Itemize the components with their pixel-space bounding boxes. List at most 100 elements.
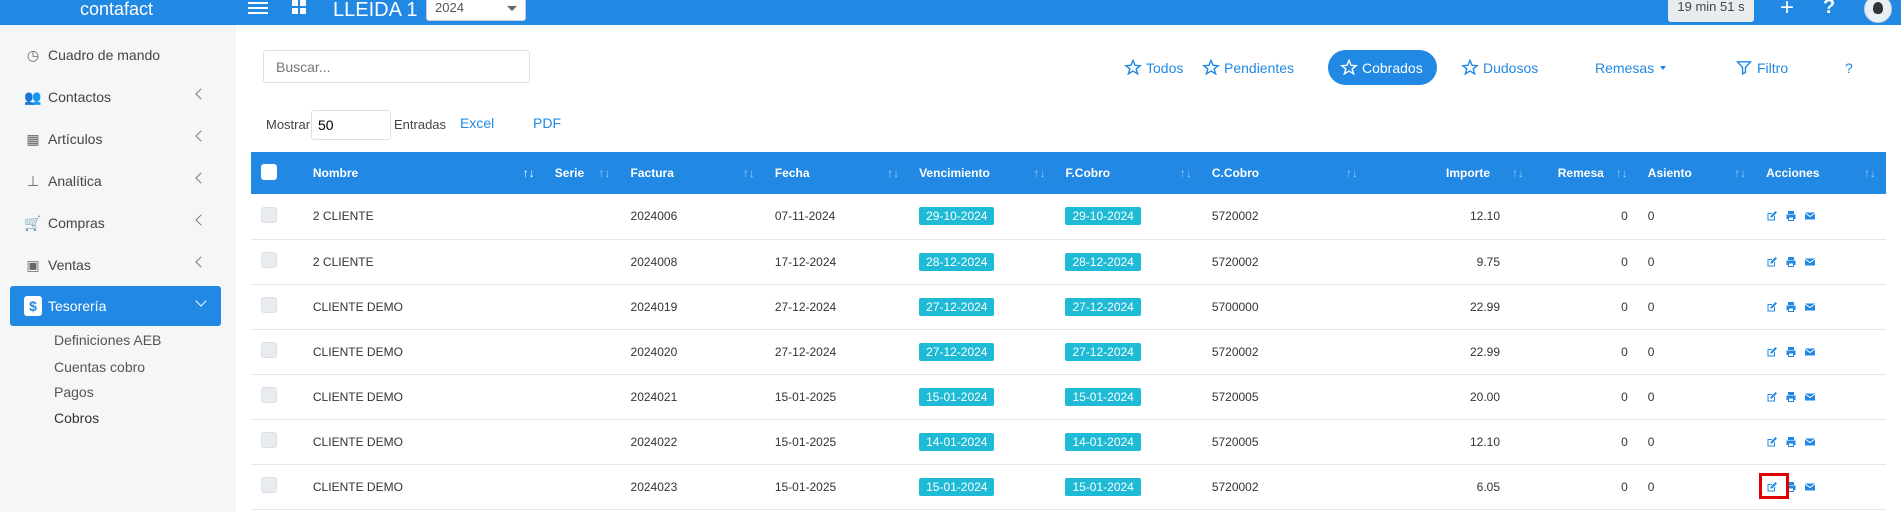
sidebar-item-articulos[interactable]: ▦ Artículos: [10, 119, 221, 159]
table-row[interactable]: CLIENTE DEMO 2024019 27-12-2024 27-12-20…: [251, 284, 1886, 329]
header-label: Serie: [554, 166, 585, 180]
filter-cobrados-button[interactable]: Cobrados: [1328, 50, 1437, 85]
sidebar-subitem-pagos[interactable]: Pagos: [54, 384, 94, 400]
edit-icon[interactable]: [1766, 256, 1778, 268]
edit-highlight-box: [1759, 472, 1790, 499]
excel-export-link[interactable]: Excel: [460, 115, 494, 131]
sidebar-item-compras[interactable]: 🛒 Compras: [10, 203, 221, 243]
sort-icon: ↑↓: [1864, 166, 1876, 180]
filter-todos-button[interactable]: Todos: [1112, 50, 1195, 85]
cell-nombre: CLIENTE DEMO: [312, 344, 403, 359]
edit-icon[interactable]: [1766, 391, 1778, 403]
email-icon[interactable]: [1804, 481, 1816, 493]
sort-icon: ↑↓: [522, 166, 535, 180]
table-row[interactable]: CLIENTE DEMO 2024022 15-01-2025 14-01-20…: [251, 419, 1886, 464]
print-icon[interactable]: [1785, 256, 1797, 268]
header-serie[interactable]: Serie ↑↓: [545, 152, 621, 194]
sidebar-item-analitica[interactable]: ⊥ Analítica: [10, 161, 221, 201]
search-input[interactable]: [263, 50, 530, 83]
sidebar-item-cuadro-de-mando[interactable]: ◷ Cuadro de mando: [10, 35, 221, 75]
select-all-checkbox[interactable]: [261, 163, 277, 180]
help-icon[interactable]: ?: [1823, 0, 1835, 19]
cell-ccobro: 5700000: [1211, 299, 1259, 314]
header-vencimiento[interactable]: Vencimiento ↑↓: [909, 152, 1055, 194]
row-checkbox[interactable]: [261, 206, 277, 223]
header-asiento[interactable]: Asiento ↑↓: [1638, 152, 1756, 194]
star-icon: [1340, 59, 1358, 76]
row-checkbox[interactable]: [261, 387, 277, 403]
apps-grid-icon[interactable]: [292, 0, 308, 15]
pdf-export-link[interactable]: PDF: [533, 115, 561, 131]
header-fecha[interactable]: Fecha ↑↓: [765, 152, 909, 194]
vencimiento-badge: 14-01-2024: [919, 432, 995, 451]
email-icon[interactable]: [1804, 256, 1816, 268]
cell-remesa: 0: [1621, 434, 1628, 449]
email-icon[interactable]: [1804, 391, 1816, 403]
email-icon[interactable]: [1804, 210, 1816, 222]
chevron-left-icon: [195, 88, 207, 100]
vencimiento-badge: 27-12-2024: [919, 297, 995, 316]
print-icon[interactable]: [1785, 210, 1797, 222]
row-checkbox[interactable]: [261, 252, 277, 268]
edit-icon[interactable]: [1766, 210, 1778, 222]
row-checkbox[interactable]: [261, 297, 277, 313]
cell-remesa: 0: [1621, 299, 1628, 314]
edit-icon[interactable]: [1766, 346, 1778, 358]
row-checkbox[interactable]: [261, 432, 277, 448]
row-checkbox[interactable]: [261, 477, 277, 493]
table-row[interactable]: 2 CLIENTE 2024008 17-12-2024 28-12-2024 …: [251, 239, 1886, 284]
print-icon[interactable]: [1785, 346, 1797, 358]
sidebar-item-ventas[interactable]: ▣ Ventas: [10, 245, 221, 285]
cell-importe: 12.10: [1469, 434, 1500, 449]
hamburger-menu-icon[interactable]: [248, 0, 268, 18]
print-icon[interactable]: [1785, 436, 1797, 448]
print-icon[interactable]: [1785, 301, 1797, 313]
sidebar-subitem-definiciones-aeb[interactable]: Definiciones AEB: [54, 332, 161, 348]
year-select[interactable]: 2024: [426, 0, 526, 21]
sidebar-subitem-cuentas-cobro[interactable]: Cuentas cobro: [54, 359, 145, 375]
sidebar-item-tesoreria[interactable]: $ Tesorería: [10, 286, 221, 326]
remesas-dropdown[interactable]: Remesas: [1583, 50, 1678, 85]
cell-remesa: 0: [1621, 479, 1628, 494]
sidebar-subitem-cobros[interactable]: Cobros: [54, 410, 99, 426]
chevron-down-icon: [195, 295, 207, 307]
header-nombre[interactable]: Nombre ↑↓: [303, 152, 545, 194]
top-bar: contafact LLEIDA 1 2024 19 min 51 s + ?: [0, 0, 1901, 25]
cell-factura: 2024008: [630, 254, 678, 269]
cell-remesa: 0: [1621, 254, 1628, 269]
email-icon[interactable]: [1804, 346, 1816, 358]
filter-pendientes-button[interactable]: Pendientes: [1190, 50, 1306, 85]
table-row[interactable]: 2 CLIENTE 2024006 07-11-2024 29-10-2024 …: [251, 194, 1886, 239]
sidebar-item-contactos[interactable]: 👥 Contactos: [10, 77, 221, 117]
filtro-label: Filtro: [1757, 59, 1789, 76]
session-timer: 19 min 51 s: [1668, 0, 1754, 22]
filter-dudosos-button[interactable]: Dudosos: [1449, 50, 1550, 85]
header-importe[interactable]: Importe ↑↓: [1368, 152, 1534, 194]
sidebar: ◷ Cuadro de mando 👥 Contactos ▦ Artículos ⊥…: [0, 25, 236, 512]
filtro-button[interactable]: Filtro: [1723, 50, 1800, 85]
help-button[interactable]: ?: [1833, 50, 1865, 85]
header-fcobro[interactable]: F.Cobro ↑↓: [1055, 152, 1201, 194]
header-factura[interactable]: Factura ↑↓: [621, 152, 765, 194]
email-icon[interactable]: [1804, 436, 1816, 448]
brand-logo[interactable]: contafact: [80, 0, 153, 18]
header-select-all[interactable]: [251, 152, 303, 194]
header-ccobro[interactable]: C.Cobro ↑↓: [1202, 152, 1368, 194]
entries-input[interactable]: [311, 110, 391, 140]
email-icon[interactable]: [1804, 301, 1816, 313]
edit-icon[interactable]: [1766, 436, 1778, 448]
vencimiento-badge: 15-01-2024: [919, 387, 995, 406]
plus-icon[interactable]: +: [1780, 0, 1794, 22]
cell-factura: 2024022: [630, 434, 678, 449]
row-checkbox[interactable]: [261, 342, 277, 358]
cell-ccobro: 5720002: [1211, 254, 1259, 269]
avatar[interactable]: [1864, 0, 1892, 23]
cell-asiento: 0: [1647, 344, 1655, 359]
sidebar-item-label: Compras: [48, 215, 105, 231]
header-remesa[interactable]: Remesa ↑↓: [1534, 152, 1638, 194]
print-icon[interactable]: [1785, 391, 1797, 403]
table-row[interactable]: CLIENTE DEMO 2024023 15-01-2025 15-01-20…: [251, 464, 1886, 509]
edit-icon[interactable]: [1766, 301, 1778, 313]
table-row[interactable]: CLIENTE DEMO 2024020 27-12-2024 27-12-20…: [251, 329, 1886, 374]
table-row[interactable]: CLIENTE DEMO 2024021 15-01-2025 15-01-20…: [251, 374, 1886, 419]
